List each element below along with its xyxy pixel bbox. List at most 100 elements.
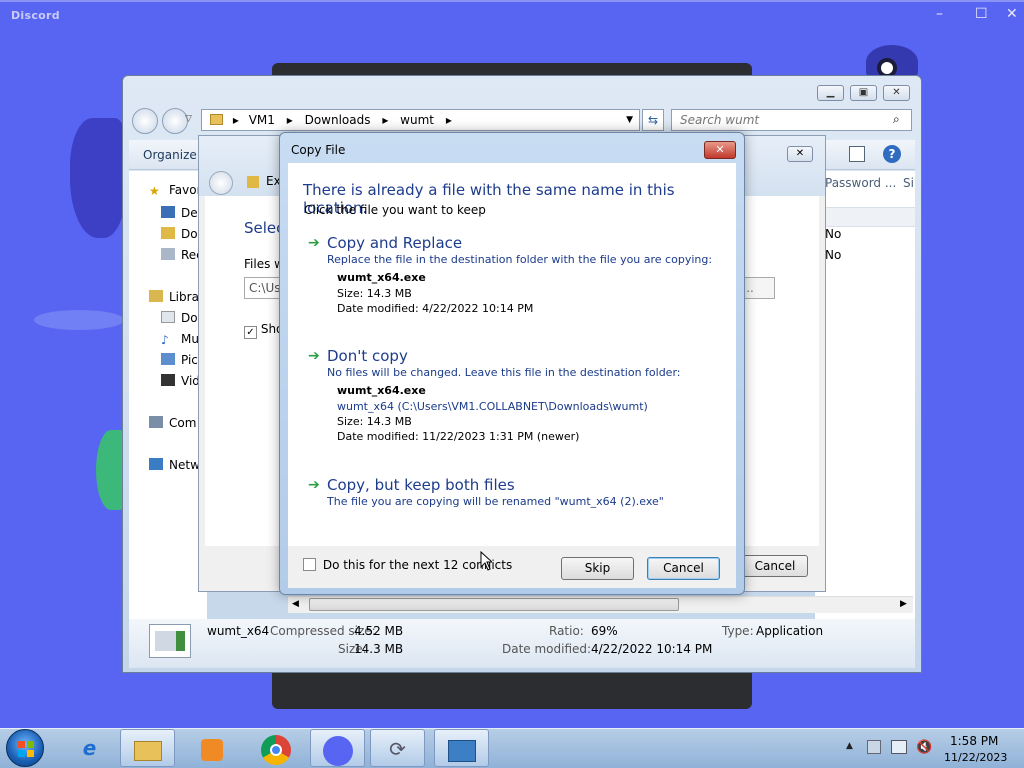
details-type-value: Application — [756, 624, 824, 638]
details-compressed-value: 4.52 MB — [354, 624, 404, 638]
wizard-files-label: Files w — [244, 257, 284, 271]
media-player-icon[interactable] — [184, 729, 239, 767]
scroll-left-icon[interactable]: ◀ — [292, 599, 299, 609]
explorer-close-button[interactable]: ✕ — [883, 85, 910, 101]
details-ratio-value: 69% — [591, 624, 618, 638]
column-header-size[interactable]: Si — [903, 176, 914, 190]
discord-close-button[interactable]: ✕ — [1006, 6, 1018, 22]
scroll-thumb[interactable] — [309, 598, 679, 611]
details-date-label: Date modified: — [502, 642, 592, 656]
option-file-name: wumt_x64.exe — [337, 384, 426, 397]
folder-icon — [210, 114, 223, 125]
explorer-minimize-button[interactable]: ▁ — [817, 85, 844, 101]
decorative-character-left — [70, 118, 126, 238]
address-dropdown-icon[interactable]: ▼ — [626, 110, 633, 130]
decorative-cloud — [34, 310, 124, 330]
file-explorer-icon[interactable] — [120, 729, 175, 767]
wizard-folder-icon — [247, 176, 259, 188]
dialog-footer: Do this for the next 12 conflicts Skip C… — [288, 546, 736, 588]
horizontal-scrollbar[interactable]: ◀ ▶ — [288, 596, 913, 613]
option-file-size: Size: 14.3 MB — [337, 415, 412, 428]
address-bar[interactable]: ▸ VM1 ▸ Downloads ▸ wumt ▸ ▼ — [201, 109, 640, 131]
clock-date[interactable]: 11/22/2023 — [944, 751, 1007, 764]
documents-icon — [161, 311, 175, 323]
skip-button[interactable]: Skip — [561, 557, 634, 580]
recent-pages-chevron-icon[interactable]: ▽ — [185, 114, 192, 124]
clock-time[interactable]: 1:58 PM — [950, 734, 998, 748]
column-header-password[interactable]: Password ... — [825, 176, 896, 190]
file-list-right: Password ... Si No No — [815, 171, 915, 619]
wizard-show-checkbox[interactable]: ✓ Sho — [244, 322, 283, 339]
preview-pane-icon[interactable] — [849, 146, 865, 162]
search-input[interactable]: Search wumt — [671, 109, 912, 131]
wizard-close-button[interactable]: ✕ — [787, 146, 813, 162]
dialog-close-button[interactable]: ✕ — [704, 141, 736, 159]
details-ratio-label: Ratio: — [549, 624, 584, 638]
option-desc: No files will be changed. Leave this fil… — [327, 366, 681, 379]
wizard-cancel-button[interactable]: Cancel — [742, 555, 808, 577]
control-panel-icon[interactable] — [434, 729, 489, 767]
dialog-title: Copy File — [291, 143, 346, 157]
star-icon: ★ — [149, 184, 160, 197]
back-button[interactable] — [132, 108, 158, 134]
breadcrumb-wumt[interactable]: wumt — [400, 113, 434, 127]
downloads-icon — [161, 227, 175, 239]
chrome-icon[interactable] — [248, 729, 303, 767]
computer-icon — [149, 416, 163, 428]
volume-muted-icon[interactable]: 🔇 — [916, 740, 932, 755]
sync-app-icon[interactable]: ⟳ — [370, 729, 425, 767]
videos-icon — [161, 374, 175, 386]
option-keep-both[interactable]: ➔ Copy, but keep both files The file you… — [308, 473, 718, 513]
network-icon — [149, 458, 163, 470]
mouse-cursor-icon — [480, 551, 492, 571]
action-center-icon[interactable] — [867, 740, 881, 754]
option-title: Copy and Replace — [327, 234, 463, 252]
option-file-date: Date modified: 4/22/2022 10:14 PM — [337, 302, 534, 315]
scroll-right-icon[interactable]: ▶ — [900, 599, 907, 609]
breadcrumb-downloads[interactable]: Downloads — [305, 113, 371, 127]
arrow-right-icon: ➔ — [308, 235, 320, 251]
recent-places-icon — [161, 248, 175, 260]
dialog-body: There is already a file with the same na… — [288, 163, 736, 546]
option-dont-copy[interactable]: ➔ Don't copy No files will be changed. L… — [308, 344, 718, 449]
wizard-back-icon[interactable] — [209, 171, 233, 195]
breadcrumb-vm1[interactable]: VM1 — [249, 113, 275, 127]
details-size-value: 14.3 MB — [354, 642, 404, 656]
explorer-maximize-button[interactable]: ▣ — [850, 85, 877, 101]
help-icon[interactable]: ? — [883, 145, 901, 163]
desktop-icon — [161, 206, 175, 218]
cell-password-2: No — [825, 248, 842, 262]
cell-password-1: No — [825, 227, 842, 241]
header-row-bg — [815, 207, 915, 227]
option-file-date: Date modified: 11/22/2023 1:31 PM (newer… — [337, 430, 580, 443]
file-thumbnail-icon — [149, 624, 191, 658]
details-type-label: Type: — [722, 624, 754, 638]
discord-title: Discord — [11, 9, 60, 22]
start-button[interactable] — [6, 729, 44, 767]
discord-top-border — [0, 0, 1024, 2]
libraries-icon — [149, 290, 163, 302]
option-copy-replace[interactable]: ➔ Copy and Replace Replace the file in t… — [308, 231, 718, 319]
discord-taskbar-icon[interactable] — [310, 729, 365, 767]
refresh-icon[interactable]: ⇆ — [642, 109, 664, 131]
show-hidden-icons-icon[interactable]: ▲ — [846, 741, 853, 751]
cancel-button[interactable]: Cancel — [647, 557, 720, 580]
forward-button[interactable] — [161, 108, 188, 134]
internet-explorer-icon[interactable]: e — [62, 729, 117, 767]
option-title: Don't copy — [327, 347, 408, 365]
navigation-pane: ★ Favor Des Dow Rec Libra Doc ♪ Mu Pic Vid… — [129, 171, 207, 619]
option-file-name: wumt_x64.exe — [337, 271, 426, 284]
details-date-value: 4/22/2022 10:14 PM — [591, 642, 713, 656]
nav-buttons — [132, 108, 188, 137]
search-icon[interactable]: ⌕ — [893, 112, 900, 127]
option-title: Copy, but keep both files — [327, 476, 515, 494]
option-file-size: Size: 14.3 MB — [337, 287, 412, 300]
discord-minimize-button[interactable]: – — [936, 6, 943, 22]
discord-maximize-button[interactable]: ☐ — [975, 6, 988, 22]
dialog-subheading: Click the file you want to keep — [304, 203, 486, 217]
music-icon: ♪ — [161, 333, 169, 346]
details-pane: wumt_x64 Compressed size: 4.52 MB Size: … — [129, 619, 915, 668]
network-tray-icon[interactable] — [891, 740, 907, 754]
option-desc: Replace the file in the destination fold… — [327, 253, 713, 266]
organize-button[interactable]: Organize — [143, 148, 197, 162]
